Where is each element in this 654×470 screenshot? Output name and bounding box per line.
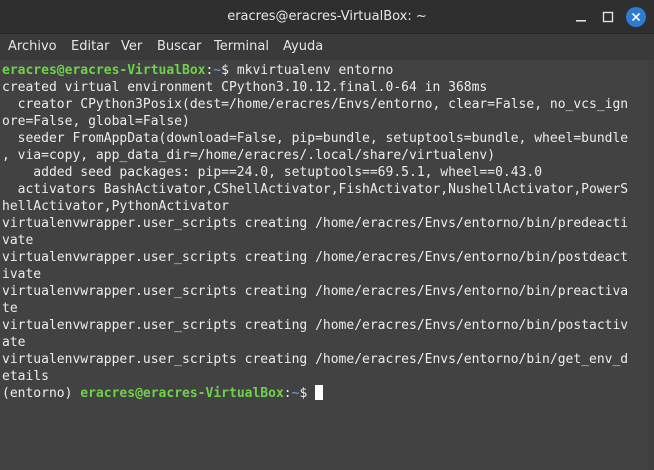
menu-ayuda[interactable]: Ayuda [283, 34, 323, 60]
prompt-line-current[interactable]: (entorno) eracres@eracres-VirtualBox:~$ [2, 385, 324, 402]
output-line: ivate [2, 267, 42, 282]
close-icon [632, 13, 640, 21]
prompt-userhost: eracres@eracres-VirtualBox [80, 386, 284, 401]
minimize-button[interactable] [571, 7, 591, 27]
menu-bar: Archivo Editar Ver Buscar Terminal Ayuda [0, 34, 654, 60]
close-button[interactable] [626, 7, 646, 27]
output-line: activators BashActivator,CShellActivator… [2, 182, 629, 197]
prompt-separator: : [283, 386, 292, 401]
menu-ver[interactable]: Ver [121, 34, 142, 60]
menu-editar[interactable]: Editar [71, 34, 110, 60]
output-line: ore=False, global=False) [2, 114, 190, 129]
output-line: added seed packages: pip==24.0, setuptoo… [2, 165, 543, 180]
output-line: ate [2, 335, 26, 350]
prompt-path: ~ [213, 63, 222, 78]
terminal-window: eracres@eracres-VirtualBox: ~ Archivo Ed… [0, 0, 654, 470]
prompt-dollar: $ [221, 63, 237, 78]
output-line: etails [2, 369, 49, 384]
output-line: created virtual environment CPython3.10.… [2, 80, 488, 95]
terminal-scrollbar[interactable] [648, 60, 654, 470]
output-line: , via=copy, app_data_dir=/home/eracres/.… [2, 148, 496, 163]
title-bar[interactable]: eracres@eracres-VirtualBox: ~ [0, 0, 654, 34]
minimize-icon [576, 20, 586, 22]
text-cursor [315, 385, 324, 400]
menu-archivo[interactable]: Archivo [8, 34, 57, 60]
output-line: hellActivator,PythonActivator [2, 199, 229, 214]
output-line: virtualenvwrapper.user_scripts creating … [2, 318, 629, 333]
menu-terminal[interactable]: Terminal [214, 34, 269, 60]
output-line: virtualenvwrapper.user_scripts creating … [2, 250, 629, 265]
window-title: eracres@eracres-VirtualBox: ~ [227, 9, 427, 24]
maximize-icon [602, 11, 614, 23]
command-text: mkvirtualenv entorno [236, 63, 394, 78]
output-line: virtualenvwrapper.user_scripts creating … [2, 352, 629, 367]
output-line: seeder FromAppData(download=False, pip=b… [2, 131, 629, 146]
menu-buscar[interactable]: Buscar [157, 34, 201, 60]
prompt-dollar: $ [299, 386, 316, 401]
output-line: virtualenvwrapper.user_scripts creating … [2, 216, 629, 231]
output-line: creator CPython3Posix(dest=/home/eracres… [2, 97, 629, 112]
maximize-button[interactable] [598, 7, 618, 27]
prompt-line: eracres@eracres-VirtualBox:~$ mkvirtuale… [2, 62, 393, 79]
output-line: vate [2, 233, 34, 248]
output-line: te [2, 301, 18, 316]
terminal-output[interactable]: eracres@eracres-VirtualBox:~$ mkvirtuale… [0, 60, 654, 470]
virtualenv-name: (entorno) [2, 386, 81, 401]
output-line: virtualenvwrapper.user_scripts creating … [2, 284, 629, 299]
prompt-userhost: eracres@eracres-VirtualBox [2, 63, 206, 78]
